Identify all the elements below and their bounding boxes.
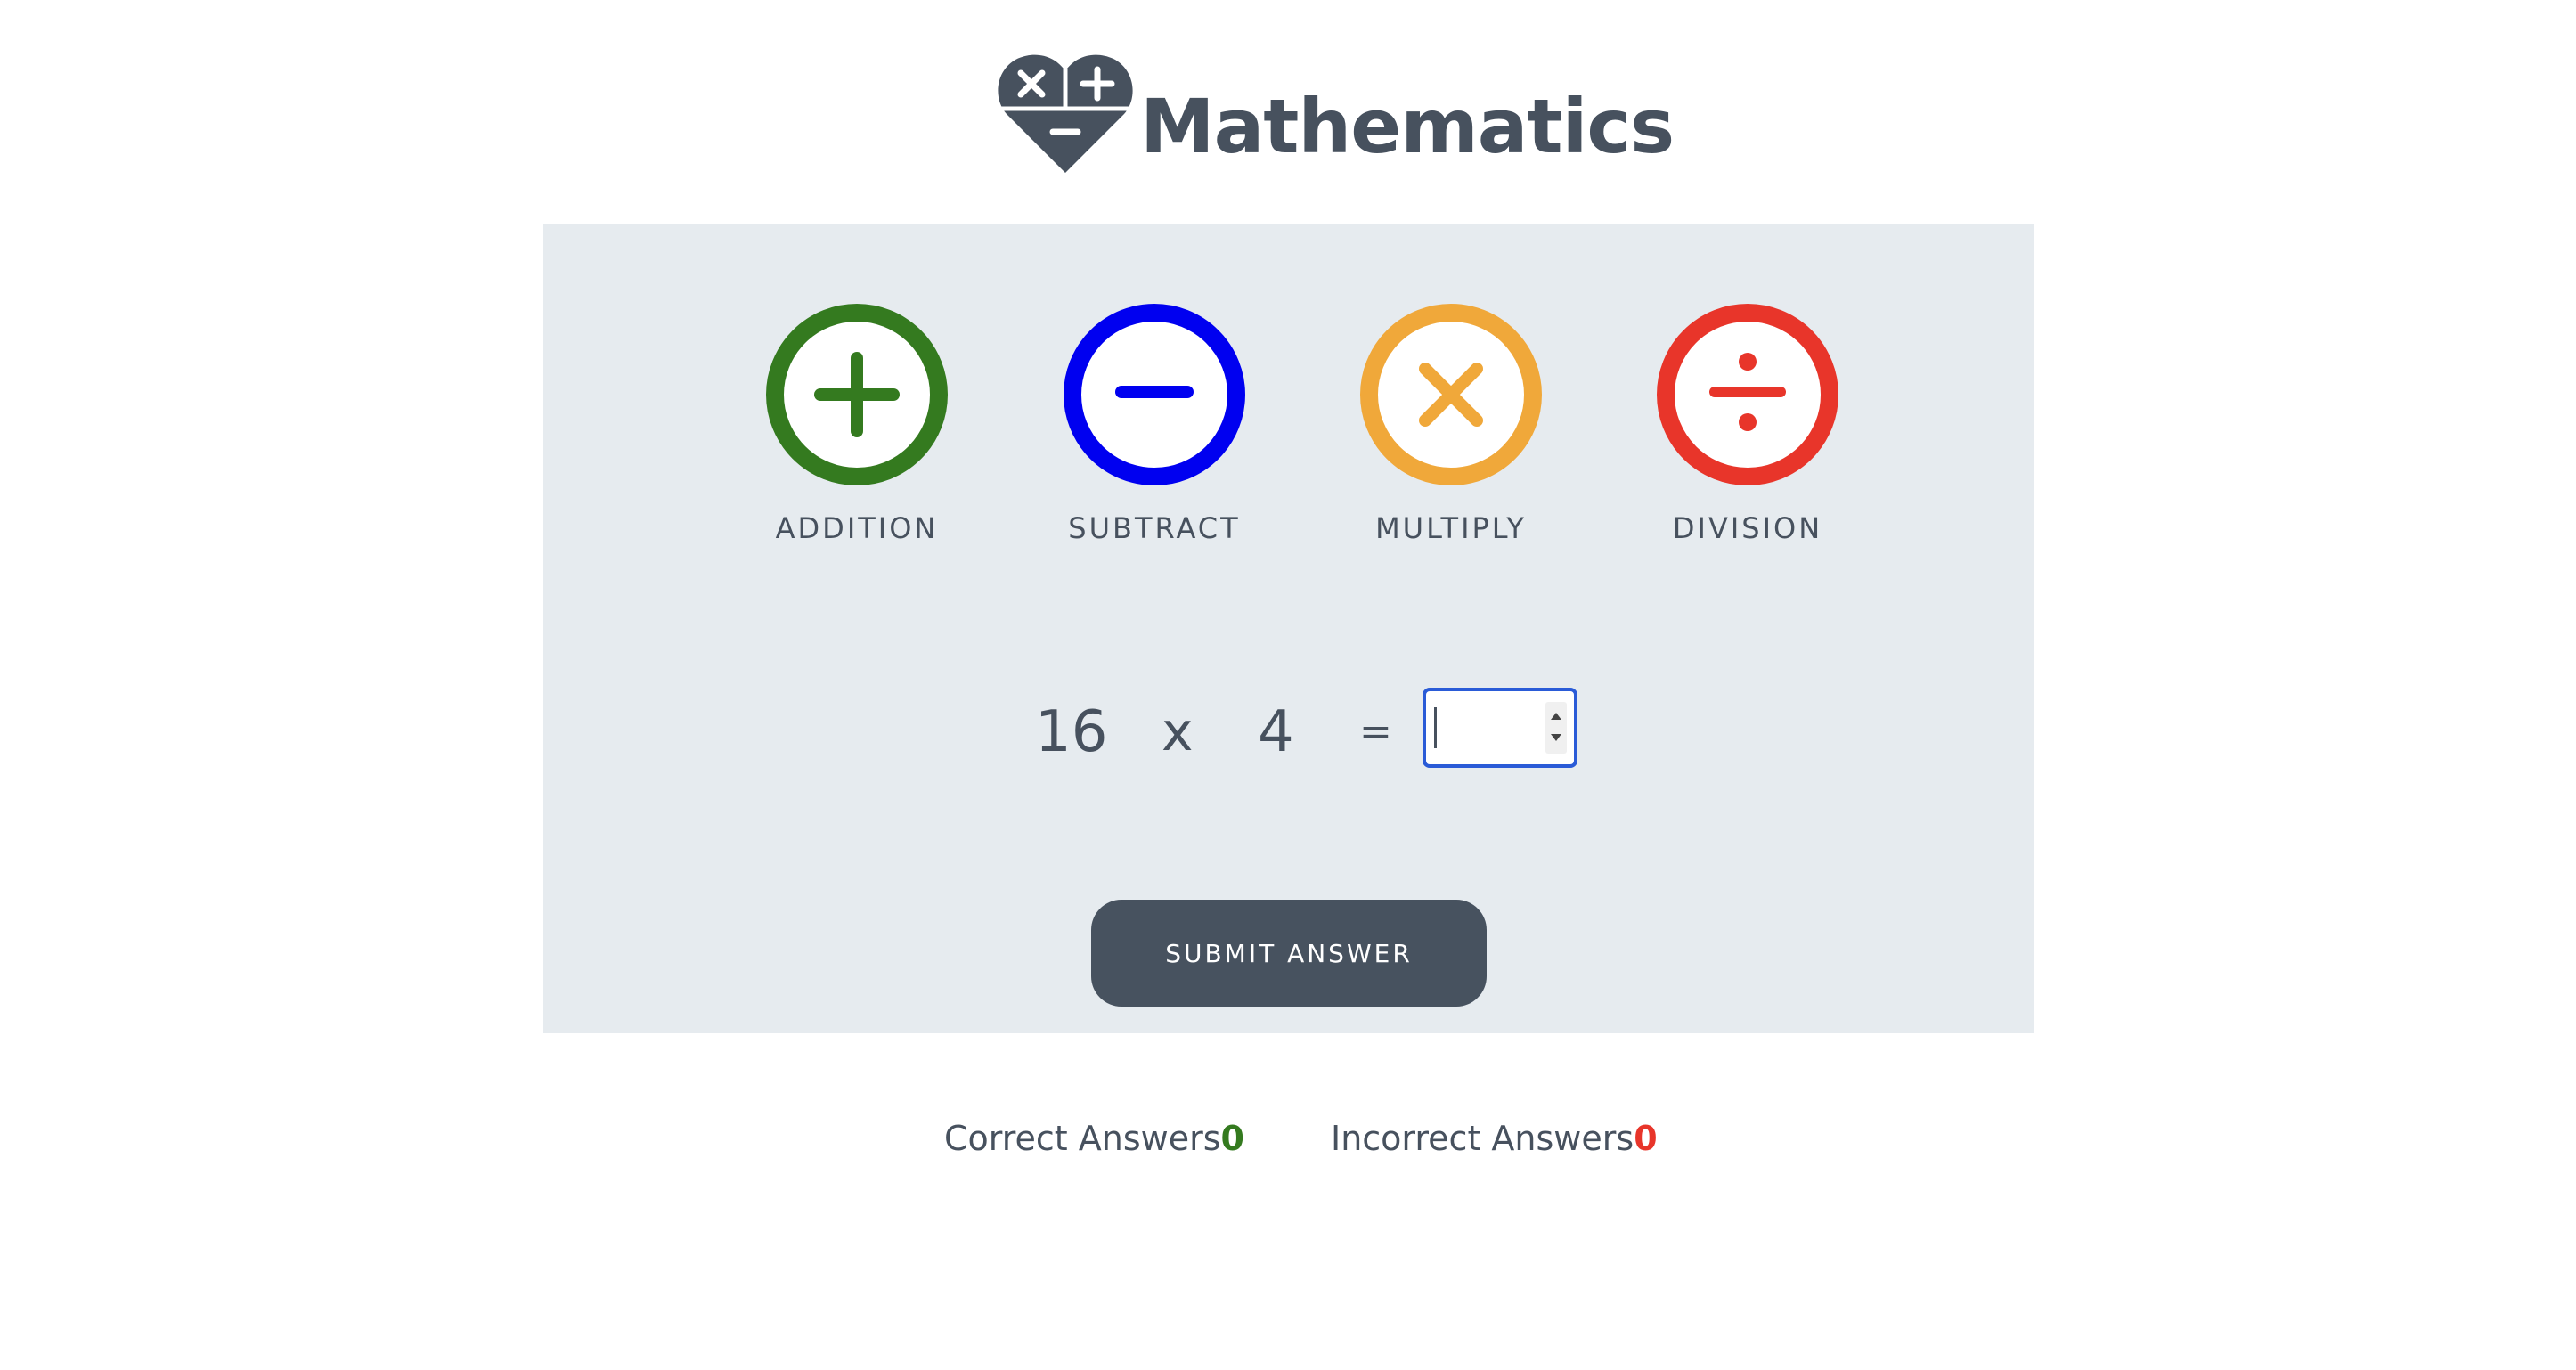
math-heart-logo-icon <box>998 54 1133 173</box>
operator-symbol: x <box>1162 701 1194 763</box>
incorrect-answers-count: 0 <box>1634 1119 1658 1158</box>
score-summary: Correct Answers0 Incorrect Answers0 <box>0 1119 2576 1172</box>
plus-circle-icon <box>766 304 948 485</box>
left-operand: 16 <box>1035 699 1108 765</box>
subtract-button[interactable]: SUBTRACT <box>1048 303 1261 545</box>
submit-answer-button[interactable]: SUBMIT ANSWER <box>1091 900 1487 1007</box>
stepper-down-icon[interactable] <box>1551 734 1561 741</box>
equals-sign: = <box>1359 709 1392 754</box>
stepper-up-icon[interactable] <box>1551 713 1561 720</box>
divide-circle-icon <box>1657 304 1838 485</box>
incorrect-answers: Incorrect Answers0 <box>1331 1119 1658 1158</box>
number-stepper[interactable] <box>1545 702 1567 754</box>
header: Mathematics <box>998 39 1675 173</box>
multiply-button[interactable]: MULTIPLY <box>1344 303 1558 545</box>
division-button[interactable]: DIVISION <box>1641 303 1855 545</box>
text-cursor <box>1434 707 1437 748</box>
equation: 16 x 4 = <box>543 688 2034 777</box>
multiply-label: MULTIPLY <box>1375 511 1527 545</box>
division-label: DIVISION <box>1672 511 1823 545</box>
minus-circle-icon <box>1064 304 1245 485</box>
correct-answers-count: 0 <box>1220 1119 1244 1158</box>
correct-answers: Correct Answers0 <box>944 1119 1244 1158</box>
operation-selector: ADDITION SUBTRACT MULTIPLY DIVISION <box>543 303 2034 570</box>
addition-label: ADDITION <box>775 511 939 545</box>
subtract-label: SUBTRACT <box>1068 511 1241 545</box>
page-title: Mathematics <box>1140 83 1675 170</box>
correct-answers-label: Correct Answers <box>944 1119 1221 1158</box>
incorrect-answers-label: Incorrect Answers <box>1331 1119 1634 1158</box>
addition-button[interactable]: ADDITION <box>750 303 964 545</box>
quiz-panel: ADDITION SUBTRACT MULTIPLY DIVISION 16 x… <box>543 224 2034 1033</box>
right-operand: 4 <box>1258 699 1294 765</box>
times-circle-icon <box>1360 304 1542 485</box>
